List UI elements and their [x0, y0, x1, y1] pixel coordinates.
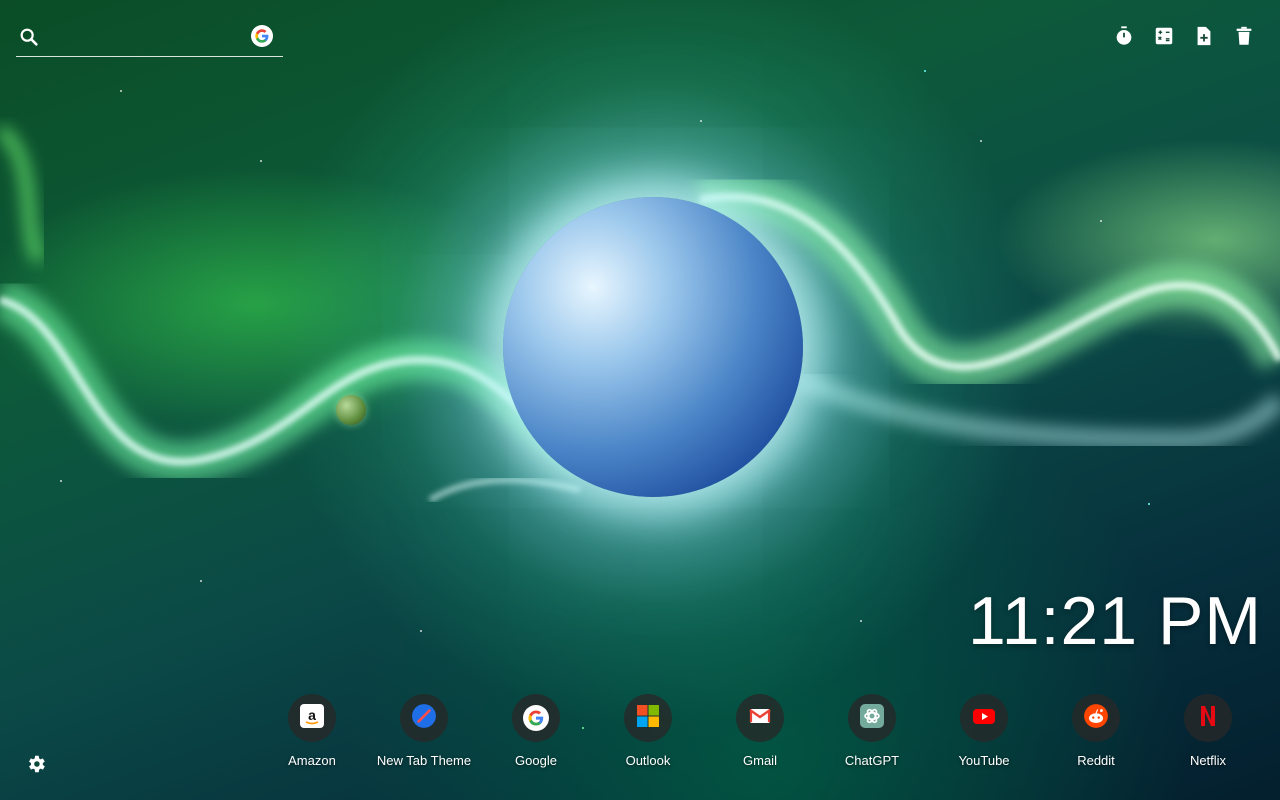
chatgpt-icon: [860, 703, 884, 733]
shortcut-label: Gmail: [743, 753, 777, 768]
shortcut-icon-circle[interactable]: [512, 694, 560, 742]
search-bar: [16, 20, 283, 57]
shortcut-label: Amazon: [288, 753, 336, 768]
reddit-icon: [1083, 703, 1109, 734]
shortcut-bar: a Amazon New Tab Theme Google Outlook Gm…: [256, 694, 1264, 768]
shortcut-label: YouTube: [958, 753, 1010, 768]
shortcut-google[interactable]: Google: [480, 694, 592, 768]
shortcut-youtube[interactable]: YouTube: [928, 694, 1040, 768]
shortcut-label: ChatGPT: [844, 753, 900, 768]
shortcut-gmail[interactable]: Gmail: [704, 694, 816, 768]
new-tab-theme-icon: [411, 703, 437, 734]
shortcut-new-tab-theme[interactable]: New Tab Theme: [368, 694, 480, 768]
shortcut-chatgpt[interactable]: ChatGPT: [816, 694, 928, 768]
shortcut-icon-circle[interactable]: [960, 694, 1008, 742]
gear-icon[interactable]: [25, 753, 47, 775]
shortcut-label: New Tab Theme: [376, 753, 472, 768]
toolbar: [1112, 24, 1256, 48]
clock-time: 11:21 PM: [967, 583, 1262, 659]
shortcut-outlook[interactable]: Outlook: [592, 694, 704, 768]
svg-text:a: a: [308, 707, 316, 723]
gmail-icon: [748, 704, 772, 733]
calculator-icon[interactable]: [1152, 24, 1176, 48]
trash-icon[interactable]: [1232, 24, 1256, 48]
shortcut-amazon[interactable]: a Amazon: [256, 694, 368, 768]
shortcut-icon-circle[interactable]: [400, 694, 448, 742]
google-icon: [523, 705, 549, 731]
amazon-icon: a: [300, 703, 324, 733]
microsoft-icon: [636, 704, 660, 733]
shortcut-label: Netflix: [1189, 753, 1227, 768]
shortcut-label: Google: [515, 753, 557, 768]
shortcut-label: Outlook: [625, 753, 671, 768]
search-input[interactable]: [52, 24, 251, 52]
add-note-icon[interactable]: [1192, 24, 1216, 48]
search-icon[interactable]: [18, 26, 40, 53]
netflix-icon: [1197, 704, 1219, 733]
youtube-icon: [972, 704, 996, 733]
shortcut-icon-circle[interactable]: [624, 694, 672, 742]
shortcut-reddit[interactable]: Reddit: [1040, 694, 1152, 768]
shortcut-icon-circle[interactable]: [1072, 694, 1120, 742]
timer-icon[interactable]: [1112, 24, 1136, 48]
shortcut-icon-circle[interactable]: [1184, 694, 1232, 742]
planet-image: [503, 197, 803, 497]
shortcut-icon-circle[interactable]: [848, 694, 896, 742]
shortcut-icon-circle[interactable]: a: [288, 694, 336, 742]
shortcut-netflix[interactable]: Netflix: [1152, 694, 1264, 768]
shortcut-icon-circle[interactable]: [736, 694, 784, 742]
shortcut-label: Reddit: [1077, 753, 1115, 768]
google-icon[interactable]: [251, 25, 273, 47]
moon-image: [336, 395, 366, 425]
